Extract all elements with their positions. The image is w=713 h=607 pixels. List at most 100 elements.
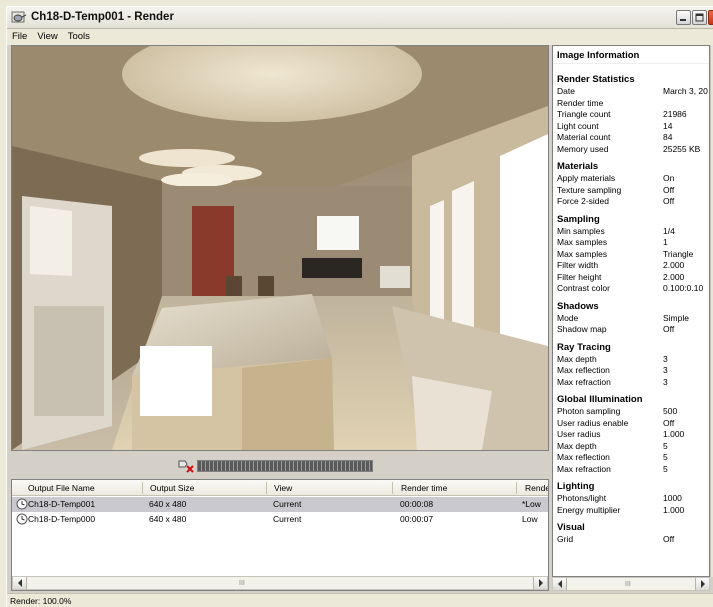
column-output-file-name[interactable]: Output File Name — [27, 483, 95, 493]
info-section-title: Materials — [557, 161, 599, 172]
info-row-label: Triangle count — [557, 109, 611, 119]
info-row-value: Off — [663, 417, 675, 428]
info-row-value: 21986 — [663, 109, 687, 119]
info-section-title: Sampling — [557, 213, 600, 225]
info-row: Max depth 5 — [557, 441, 707, 453]
row-file-name: Ch18-D-Temp000 — [28, 514, 96, 524]
info-row: Contrast color 0.100:0.10 — [557, 283, 707, 295]
scroll-grip[interactable]: III — [625, 581, 631, 588]
row-size: 640 x 480 — [149, 514, 187, 524]
info-row: Filter width 2.000 — [557, 260, 707, 272]
column-output-size[interactable]: Output Size — [149, 483, 194, 493]
menu-view[interactable]: View — [32, 29, 62, 42]
info-row: Date March 3, 20 — [557, 86, 708, 98]
table-row[interactable]: Ch18-D-Temp001 640 x 480 Current 00:00:0… — [12, 497, 548, 512]
info-row-value: Triangle — [663, 248, 694, 259]
arrow-right-icon — [539, 579, 543, 587]
info-row: Filter height 2.000 — [557, 272, 707, 284]
column-render-time[interactable]: Render time — [400, 483, 447, 493]
info-row-label: Memory used — [557, 143, 609, 154]
minimize-button[interactable] — [676, 10, 691, 25]
info-row-value: On — [663, 173, 675, 183]
info-row-value: 84 — [663, 132, 673, 142]
info-row: Material count 84 — [557, 132, 707, 144]
row-render-time: 00:00:08 — [400, 499, 434, 509]
info-row-value: 5 — [663, 452, 668, 462]
maximize-icon — [695, 13, 704, 22]
info-row-label: Max depth — [557, 440, 597, 451]
scroll-left-button[interactable] — [13, 577, 27, 589]
info-row: Force 2-sided Off — [557, 196, 707, 208]
progress-fill — [198, 461, 372, 471]
info-row: Max samples 1 — [557, 237, 707, 249]
row-preset: Low — [522, 514, 538, 524]
info-row-label: Grid — [557, 534, 574, 544]
cancel-render-icon[interactable] — [177, 459, 195, 473]
info-row-label: Material count — [557, 132, 611, 142]
info-row-value: 3 — [663, 376, 668, 387]
info-row-label: Shadow map — [557, 324, 607, 334]
info-row-value: 1 — [663, 237, 668, 247]
scroll-right-button[interactable] — [533, 577, 547, 589]
history-horizontal-scrollbar[interactable]: III — [12, 576, 548, 590]
info-horizontal-scrollbar[interactable]: III — [552, 577, 710, 591]
info-row-value: 1/4 — [663, 225, 675, 236]
info-row: Mode Simple — [557, 313, 707, 325]
info-section-title: Global Illumination — [557, 394, 643, 405]
info-row: Shadow map Off — [557, 324, 707, 336]
info-row: Energy multiplier 1.000 — [557, 505, 707, 517]
info-row-value: 0.100:0.10 — [663, 283, 704, 293]
info-row-value: 5 — [663, 440, 668, 451]
info-row: Max samples Triangle — [557, 249, 707, 261]
info-row: Apply materials On — [557, 173, 707, 185]
info-row: User radius enable Off — [557, 418, 707, 430]
info-panel-title: Image Information — [553, 46, 709, 64]
render-history-list: Output File Name Output Size View Render… — [11, 479, 549, 591]
maximize-button[interactable] — [692, 10, 707, 25]
render-window: Ch18-D-Temp001 - Render FileViewTools — [6, 6, 713, 607]
info-row: Texture sampling Off — [557, 185, 707, 197]
info-row: Triangle count 21986 — [557, 109, 707, 121]
info-row-value: 1000 — [663, 493, 682, 503]
info-section-title: Lighting — [557, 481, 595, 492]
info-row-value: 3 — [663, 353, 668, 364]
menu-file[interactable]: File — [7, 29, 32, 42]
render-progress-bar — [197, 460, 373, 472]
column-render-preset[interactable]: Render — [524, 483, 548, 493]
scroll-left-button[interactable] — [553, 578, 567, 590]
info-row: Photons/light 1000 — [557, 493, 707, 505]
scroll-right-button[interactable] — [695, 578, 709, 590]
row-file-name: Ch18-D-Temp001 — [28, 499, 96, 509]
minimize-icon — [680, 19, 686, 21]
info-sections: Render Statistics Date March 3, 20 Render t… — [557, 72, 708, 546]
info-row-value: 25255 KB — [663, 143, 701, 154]
info-row: Min samples 1/4 — [557, 226, 707, 238]
title-bar[interactable]: Ch18-D-Temp001 - Render — [7, 7, 713, 29]
info-row-label: Photon sampling — [557, 406, 621, 416]
info-row: Render time — [557, 98, 707, 110]
info-row: Max refraction 3 — [557, 377, 707, 389]
info-row-label: User radius enable — [557, 417, 629, 428]
info-row-label: Max depth — [557, 353, 597, 364]
info-row-label: Max samples — [557, 237, 608, 247]
clock-icon — [16, 513, 28, 525]
render-viewport[interactable] — [11, 45, 549, 451]
info-row-value: 1.000 — [663, 429, 685, 439]
info-row: Max reflection 3 — [557, 365, 707, 377]
scroll-grip[interactable]: III — [239, 580, 245, 587]
window-title: Ch18-D-Temp001 - Render — [31, 11, 174, 23]
info-row-value: 5 — [663, 463, 668, 474]
arrow-left-icon — [18, 579, 22, 587]
info-row-label: Light count — [557, 120, 599, 131]
info-row-label: Contrast color — [557, 283, 610, 293]
column-view[interactable]: View — [273, 483, 292, 493]
info-section-title: Render Statistics — [557, 74, 635, 85]
info-row-label: Filter height — [557, 271, 602, 282]
close-button[interactable] — [708, 10, 713, 25]
table-row[interactable]: Ch18-D-Temp000 640 x 480 Current 00:00:0… — [12, 512, 548, 527]
menu-tools[interactable]: Tools — [63, 29, 95, 42]
row-view: Current — [273, 514, 302, 524]
info-row: Max refraction 5 — [557, 464, 707, 476]
info-row-value: 3 — [663, 365, 668, 375]
info-row: Max reflection 5 — [557, 452, 707, 464]
